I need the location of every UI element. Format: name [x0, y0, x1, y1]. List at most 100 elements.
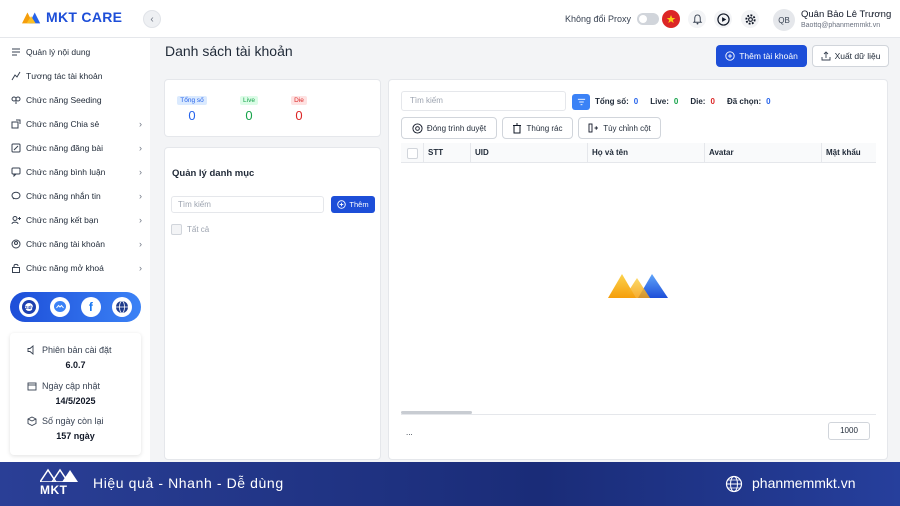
support-icon[interactable]: 24h [19, 297, 40, 317]
sidebar-item-2[interactable]: Tương tác tài khoản [10, 67, 142, 85]
sidebar-item-6[interactable]: Chức năng bình luận › [10, 163, 142, 181]
settings-gear-icon[interactable] [741, 10, 759, 28]
messenger-icon[interactable] [50, 297, 71, 317]
selected-count-value: 0 [766, 97, 771, 106]
filter-icon [577, 98, 585, 106]
selected-count-label: Đã chọn: [726, 97, 762, 106]
version-label: Phiên bản cài đặt [42, 345, 112, 355]
stat-label: Live [240, 96, 258, 105]
column-header-avatar[interactable]: Avatar [704, 143, 821, 163]
stat-value: 0 [295, 108, 303, 123]
content-icon [10, 46, 22, 58]
sidebar-item-4[interactable]: Chức năng Chia sẻ › [10, 115, 142, 133]
post-icon [10, 142, 22, 154]
sidebar-item-7[interactable]: Chức năng nhắn tin › [10, 187, 142, 205]
share-icon [10, 118, 22, 130]
play-circle-icon[interactable] [714, 10, 732, 28]
add-account-label: Thêm tài khoản [739, 51, 798, 61]
chevron-right-icon: › [139, 215, 142, 225]
sidebar: Quản lý nội dung Tương tác tài khoản Chức … [0, 38, 150, 462]
sidebar-item-9[interactable]: Chức năng tài khoản › [10, 235, 142, 253]
chevron-right-icon: › [139, 167, 142, 177]
social-links-bar: 24h f [10, 292, 141, 322]
browser-icon [412, 122, 423, 134]
pagination-ellipsis[interactable]: ... [406, 428, 413, 437]
globe-icon [725, 475, 743, 493]
footer-banner: MKT Hiệu quả - Nhanh - Dễ dùng phanmemmk… [0, 462, 900, 506]
user-email: Baottq@phanmemmkt.vn [801, 22, 881, 29]
sidebar-item-3[interactable]: Chức năng Seeding [10, 91, 142, 109]
sidebar-item-10[interactable]: Chức năng mở khoá › [10, 259, 142, 277]
table-footer-divider [401, 414, 876, 415]
category-panel: Quản lý danh mục Tìm kiếm Thêm Tất cả [164, 147, 381, 460]
column-header-full-name[interactable]: Họ và tên [587, 143, 704, 163]
customize-columns-button[interactable]: Tùy chỉnh cột [578, 117, 661, 139]
export-data-label: Xuất dữ liệu [834, 51, 881, 61]
app-logo[interactable]: MKT CARE [22, 9, 122, 25]
user-name: Quân Bảo Lê Trương [801, 9, 892, 20]
customize-columns-label: Tùy chỉnh cột [603, 123, 651, 133]
trash-label: Thùng rác [526, 123, 563, 133]
live-count-label: Live: [650, 97, 669, 106]
days-label-row: Số ngày còn lại [27, 416, 104, 426]
footer-website[interactable]: phanmemmkt.vn [752, 475, 855, 491]
version-value: 6.0.7 [65, 360, 86, 370]
accounts-panel: Tìm kiếm Tổng số: 0 Live: 0 Die: 0 Đã ch… [388, 79, 888, 460]
sidebar-item-label: Quản lý nội dung [26, 47, 91, 57]
stats-panel: Tổng số 0 Live 0 Die 0 [164, 79, 381, 137]
total-count-value: 0 [633, 97, 639, 106]
page-size-select[interactable]: 1000 [828, 422, 870, 440]
days-value: 157 ngày [56, 431, 95, 441]
unlock-icon [10, 262, 22, 274]
top-bar: MKT CARE ‹ Không đổi Proxy QB Quân Bảo L… [0, 0, 900, 38]
collapse-sidebar-button[interactable]: ‹ [143, 10, 161, 28]
comment-icon [10, 166, 22, 178]
select-all-rows-checkbox[interactable] [406, 147, 418, 159]
proxy-toggle-group: Không đổi Proxy [565, 13, 660, 25]
user-avatar[interactable]: QB [773, 9, 795, 31]
filter-button[interactable] [572, 94, 590, 110]
chevron-right-icon: › [139, 119, 142, 129]
column-header-password[interactable]: Mật khẩu [821, 143, 876, 163]
add-category-button[interactable]: Thêm [331, 196, 375, 213]
add-friend-icon [10, 214, 22, 226]
stat-tổng-số: Tổng số 0 [172, 94, 212, 123]
trash-button[interactable]: Thùng rác [502, 117, 573, 139]
chevron-right-icon: › [139, 143, 142, 153]
add-account-button[interactable]: Thêm tài khoản [716, 45, 807, 67]
die-count-value: 0 [710, 97, 715, 106]
trash-icon [513, 123, 522, 133]
total-count-label: Tổng số: [595, 97, 629, 106]
select-all-categories[interactable]: Tất cả [171, 224, 209, 235]
category-search-input[interactable]: Tìm kiếm [171, 196, 324, 213]
account-search-input[interactable]: Tìm kiếm [401, 91, 566, 111]
proxy-label: Không đổi Proxy [565, 14, 632, 24]
select-all-checkbox[interactable] [171, 224, 182, 235]
footer-logo: MKT [38, 468, 80, 500]
proxy-toggle[interactable] [637, 13, 660, 25]
chevron-left-icon: ‹ [150, 13, 154, 25]
calendar-icon [27, 382, 37, 391]
account-counts: Tổng số: 0 Live: 0 Die: 0 Đã chọn: 0 [595, 97, 783, 106]
days-label: Số ngày còn lại [42, 416, 104, 426]
notification-bell-icon[interactable] [688, 10, 706, 28]
select-all-label: Tất cả [187, 225, 210, 234]
seeding-icon [10, 94, 22, 106]
close-browser-button[interactable]: Đóng trình duyệt [401, 117, 497, 139]
column-header-stt[interactable]: STT [423, 143, 470, 163]
export-data-button[interactable]: Xuất dữ liệu [812, 45, 889, 67]
sidebar-item-8[interactable]: Chức năng kết bạn › [10, 211, 142, 229]
website-icon[interactable] [111, 297, 132, 317]
sidebar-item-label: Chức năng nhắn tin [26, 191, 101, 201]
stat-value: 0 [245, 108, 253, 123]
loading-logo-icon [608, 274, 668, 298]
sidebar-item-label: Chức năng Chia sẻ [26, 119, 100, 129]
column-header-uid[interactable]: UID [470, 143, 587, 163]
sidebar-item-label: Chức năng kết bạn [26, 215, 99, 225]
sidebar-item-label: Chức năng mở khoá [26, 263, 104, 273]
vietnam-flag-icon[interactable] [662, 10, 680, 28]
facebook-icon[interactable]: f [80, 297, 101, 317]
sidebar-item-5[interactable]: Chức năng đăng bài › [10, 139, 142, 157]
sidebar-item-1[interactable]: Quản lý nội dung [10, 43, 142, 61]
interact-icon [10, 70, 22, 82]
